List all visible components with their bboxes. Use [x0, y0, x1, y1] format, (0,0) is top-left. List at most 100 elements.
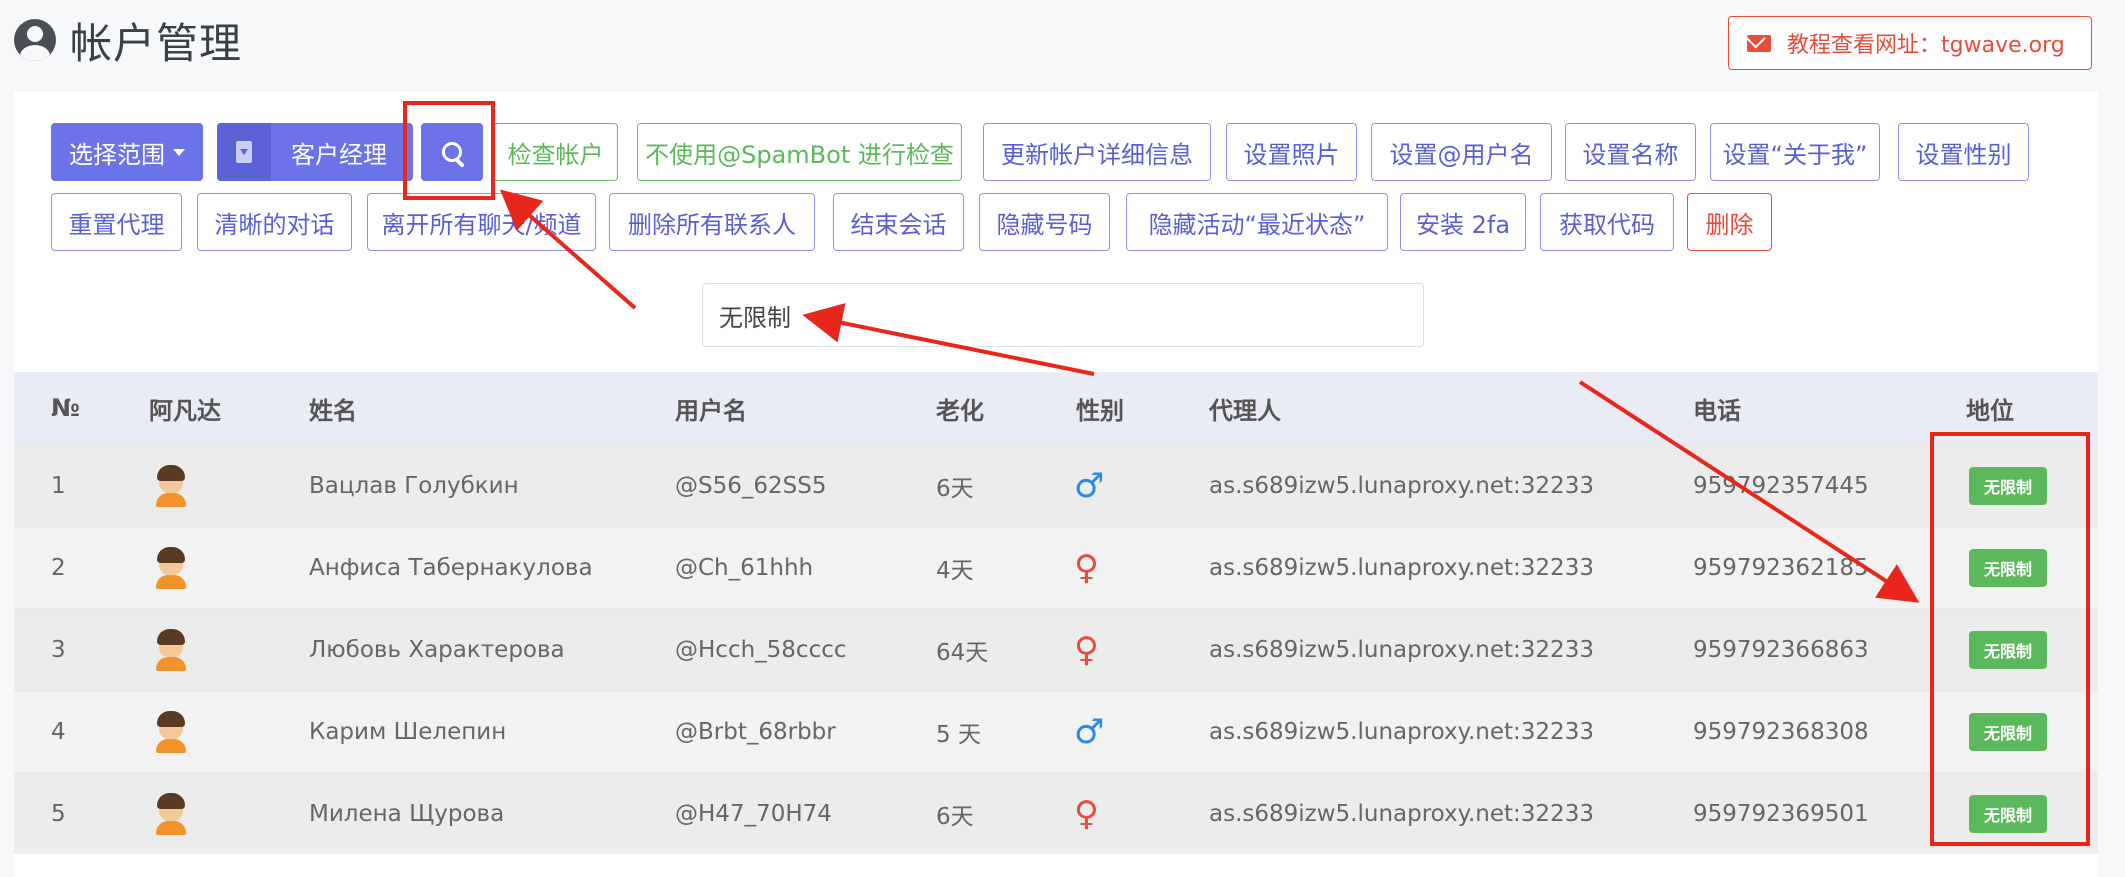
status-cell: 无限制 [1969, 691, 2047, 773]
account-manager-button[interactable]: 客户经理 [217, 123, 413, 181]
status-badge: 无限制 [1969, 467, 2047, 505]
col-phone[interactable]: 电话 [1693, 391, 1741, 426]
main-card: 选择范围 客户经理 检查帐户 不使用@SpamBot 进行检查 更新帐户详细信息… [14, 92, 2098, 877]
status-badge: 无限制 [1969, 795, 2047, 833]
cell-age: 4天 [936, 558, 974, 584]
cell-proxy: as.s689izw5.lunaproxy.net:32233 [1209, 637, 1594, 663]
cell-username: @S56_62SS5 [675, 473, 827, 499]
cell-username: @Brbt_68rbbr [675, 719, 836, 745]
cell-age: 5 天 [936, 722, 981, 748]
end-sessions-button[interactable]: 结束会话 [833, 193, 964, 251]
table-body: 1 Вацлав Голубкин @S56_62SS5 6天 ♂ as.s689izw5… [14, 444, 2098, 854]
avatar [154, 445, 188, 527]
avatar [154, 609, 188, 691]
set-gender-button[interactable]: 设置性别 [1898, 123, 2029, 181]
female-icon: ♀ [1074, 548, 1099, 588]
cell-username: @H47_70H74 [675, 801, 832, 827]
install-2fa-button[interactable]: 安装 2fa [1400, 193, 1526, 251]
status-badge: 无限制 [1969, 631, 2047, 669]
cell-name: Любовь Характерова [309, 637, 565, 663]
cell-age: 6天 [936, 804, 974, 830]
set-name-button[interactable]: 设置名称 [1565, 123, 1696, 181]
update-account-details-button[interactable]: 更新帐户详细信息 [983, 123, 1211, 181]
female-icon: ♀ [1074, 794, 1099, 834]
download-icon-box [217, 123, 271, 181]
clear-dialogs-button[interactable]: 清晰的对话 [197, 193, 352, 251]
select-range-label: 选择范围 [69, 140, 165, 169]
account-manager-label: 客户经理 [291, 140, 387, 169]
cell-name: Анфиса Табернакулова [309, 555, 593, 581]
delete-all-contacts-button[interactable]: 删除所有联系人 [609, 193, 815, 251]
cell-number: 2 [51, 555, 66, 581]
cell-phone: 959792368308 [1693, 719, 1869, 745]
cell-age: 6天 [936, 476, 974, 502]
status-cell: 无限制 [1969, 773, 2047, 855]
cell-username: @Hcch_58cccc [675, 637, 847, 663]
cell-number: 5 [51, 801, 66, 827]
accounts-table: № 阿凡达 姓名 用户名 老化 性别 代理人 电话 地位 1 Вацлав Гол… [14, 372, 2098, 854]
set-photo-button[interactable]: 设置照片 [1226, 123, 1357, 181]
check-account-button[interactable]: 检查帐户 [493, 123, 618, 181]
cell-phone: 959792357445 [1693, 473, 1869, 499]
status-badge: 无限制 [1969, 549, 2047, 587]
table-row[interactable]: 3 Любовь Характерова @Hcch_58cccc 64天 ♀ as.s6… [14, 608, 2098, 690]
cell-proxy: as.s689izw5.lunaproxy.net:32233 [1209, 473, 1594, 499]
cell-name: Вацлав Голубкин [309, 473, 519, 499]
status-cell: 无限制 [1969, 445, 2047, 527]
envelope-icon [1747, 34, 1771, 52]
male-icon: ♂ [1074, 712, 1105, 752]
tutorial-text: 教程查看网址：tgwave.org [1787, 33, 2065, 58]
cell-name: Милена Щурова [309, 801, 505, 827]
col-proxy[interactable]: 代理人 [1209, 391, 1281, 426]
get-code-button[interactable]: 获取代码 [1540, 193, 1674, 251]
status-filter-input[interactable]: 无限制 [702, 283, 1424, 347]
cell-phone: 959792362185 [1693, 555, 1869, 581]
cell-proxy: as.s689izw5.lunaproxy.net:32233 [1209, 719, 1594, 745]
col-age[interactable]: 老化 [936, 391, 984, 426]
search-button[interactable] [421, 123, 483, 181]
caret-down-icon [173, 148, 185, 156]
cell-proxy: as.s689izw5.lunaproxy.net:32233 [1209, 801, 1594, 827]
table-row[interactable]: 5 Милена Щурова @H47_70H74 6天 ♀ as.s689izw5.l… [14, 772, 2098, 854]
cell-number: 4 [51, 719, 66, 745]
hide-number-button[interactable]: 隐藏号码 [979, 193, 1110, 251]
delete-button[interactable]: 删除 [1687, 193, 1772, 251]
check-without-spambot-button[interactable]: 不使用@SpamBot 进行检查 [637, 123, 962, 181]
cell-number: 1 [51, 473, 66, 499]
status-cell: 无限制 [1969, 609, 2047, 691]
col-gender[interactable]: 性别 [1076, 391, 1124, 426]
avatar [154, 773, 188, 855]
leave-all-chats-button[interactable]: 离开所有聊天/频道 [367, 193, 596, 251]
cell-age: 64天 [936, 640, 989, 666]
hide-last-seen-button[interactable]: 隐藏活动“最近状态” [1126, 193, 1388, 251]
table-row[interactable]: 2 Анфиса Табернакулова @Ch_61hhh 4天 ♀ as.s689… [14, 526, 2098, 608]
page-title: 帐户管理 [70, 18, 243, 68]
cell-phone: 959792369501 [1693, 801, 1869, 827]
cell-username: @Ch_61hhh [675, 555, 814, 581]
col-username[interactable]: 用户名 [675, 391, 747, 426]
download-icon [236, 141, 252, 163]
col-name[interactable]: 姓名 [309, 391, 357, 426]
table-row[interactable]: 4 Карим Шелепин @Brbt_68rbbr 5 天 ♂ as.s689izw… [14, 690, 2098, 772]
table-row[interactable]: 1 Вацлав Голубкин @S56_62SS5 6天 ♂ as.s689izw5… [14, 444, 2098, 526]
cell-phone: 959792366863 [1693, 637, 1869, 663]
col-avatar[interactable]: 阿凡达 [149, 391, 221, 426]
cell-name: Карим Шелепин [309, 719, 507, 745]
search-icon [442, 142, 462, 162]
col-number[interactable]: № [51, 394, 80, 422]
tutorial-link[interactable]: 教程查看网址：tgwave.org [1728, 16, 2092, 70]
status-badge: 无限制 [1969, 713, 2047, 751]
male-icon: ♂ [1074, 466, 1105, 506]
avatar [154, 691, 188, 773]
cell-proxy: as.s689izw5.lunaproxy.net:32233 [1209, 555, 1594, 581]
table-header: № 阿凡达 姓名 用户名 老化 性别 代理人 电话 地位 [14, 372, 2098, 444]
cell-number: 3 [51, 637, 66, 663]
reset-proxy-button[interactable]: 重置代理 [51, 193, 182, 251]
col-status[interactable]: 地位 [1966, 391, 2014, 426]
select-range-dropdown[interactable]: 选择范围 [51, 123, 203, 181]
avatar [154, 527, 188, 609]
set-about-button[interactable]: 设置“关于我” [1710, 123, 1880, 181]
status-cell: 无限制 [1969, 527, 2047, 609]
set-username-button[interactable]: 设置@用户名 [1371, 123, 1552, 181]
female-icon: ♀ [1074, 630, 1099, 670]
